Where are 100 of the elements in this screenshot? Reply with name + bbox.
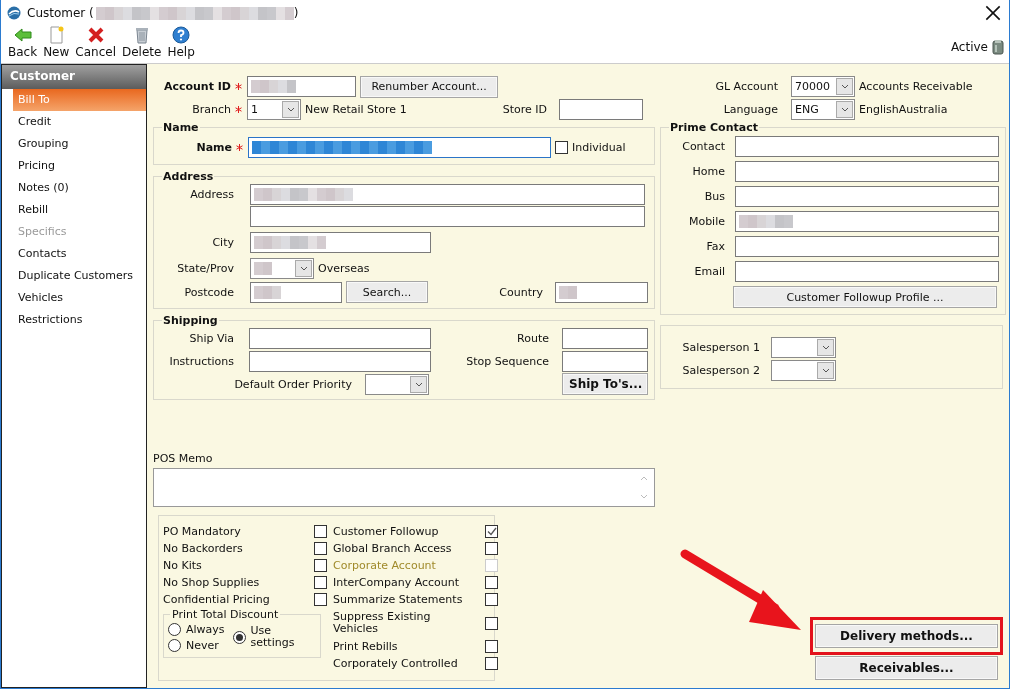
action-button[interactable]: Delivery methods... bbox=[815, 624, 998, 648]
search-button[interactable]: Search... bbox=[346, 281, 428, 303]
text-field[interactable] bbox=[735, 261, 999, 282]
description-text: EnglishAustralia bbox=[859, 103, 948, 116]
field-label: Bus bbox=[703, 190, 725, 203]
description-text: New Retail Store 1 bbox=[305, 103, 407, 116]
field-label: Fax bbox=[705, 240, 725, 253]
field-label: State/Prov bbox=[176, 262, 234, 275]
field-label: Salesperson 1 bbox=[681, 341, 760, 354]
help-icon bbox=[172, 26, 191, 44]
text-field[interactable] bbox=[735, 186, 999, 207]
text-field[interactable] bbox=[555, 281, 648, 303]
text-field[interactable] bbox=[735, 161, 999, 182]
group-title: Print Total Discount bbox=[171, 608, 280, 621]
field-label: Mobile bbox=[687, 215, 725, 228]
group-title: Shipping bbox=[162, 314, 219, 327]
checkbox-label: InterCompany Account bbox=[333, 576, 460, 589]
field-label: Default Order Priority bbox=[233, 377, 352, 391]
followup-profile-button[interactable]: Customer Followup Profile ... bbox=[733, 286, 997, 308]
checkbox[interactable] bbox=[485, 616, 498, 630]
checkbox[interactable] bbox=[314, 593, 327, 606]
field-label: Route bbox=[517, 331, 549, 345]
checkbox-label: Global Branch Access bbox=[333, 542, 452, 555]
dropdown[interactable] bbox=[771, 360, 836, 381]
text-field[interactable] bbox=[247, 76, 356, 97]
checkbox-label: Print Rebills bbox=[333, 640, 398, 653]
sidebar-item[interactable]: Grouping bbox=[13, 133, 146, 155]
status-icon bbox=[991, 38, 1005, 55]
checkbox-label: No Shop Supplies bbox=[163, 576, 260, 589]
checkbox[interactable] bbox=[314, 576, 327, 589]
toolbar-button[interactable]: New bbox=[40, 26, 73, 59]
field-label: Home bbox=[691, 165, 725, 178]
checkbox[interactable] bbox=[485, 593, 498, 606]
group-title: Address bbox=[162, 170, 215, 183]
text-field[interactable] bbox=[249, 327, 431, 349]
text-field[interactable] bbox=[250, 205, 645, 227]
toolbar-button[interactable]: Delete bbox=[119, 26, 165, 59]
dropdown[interactable] bbox=[250, 258, 314, 279]
sidebar-item[interactable]: Restrictions bbox=[13, 309, 146, 331]
text-field[interactable] bbox=[735, 236, 999, 257]
checkbox[interactable] bbox=[485, 657, 498, 670]
ship-tos-button[interactable]: Ship To's... bbox=[562, 373, 648, 395]
text-field[interactable] bbox=[559, 99, 643, 120]
dropdown[interactable]: 70000 bbox=[791, 76, 855, 97]
checkbox[interactable] bbox=[314, 542, 327, 555]
chevron-icon bbox=[839, 82, 850, 91]
radio-button[interactable] bbox=[168, 622, 181, 636]
field-label: Store ID bbox=[502, 103, 547, 116]
text-field[interactable] bbox=[250, 183, 645, 205]
radio-label: Always bbox=[186, 622, 225, 636]
action-button[interactable]: Receivables... bbox=[815, 656, 998, 680]
text-field[interactable] bbox=[249, 350, 431, 372]
field-label: Branch bbox=[191, 103, 231, 116]
field-label: POS Memo bbox=[153, 452, 213, 465]
status-text: Active bbox=[950, 39, 988, 54]
description-text: Accounts Receivable bbox=[859, 80, 973, 93]
sidebar-item[interactable]: Duplicate Customers bbox=[13, 265, 146, 287]
sidebar-header: Customer bbox=[2, 65, 146, 89]
text-field[interactable] bbox=[250, 281, 342, 303]
toolbar-button[interactable]: Help bbox=[164, 26, 198, 59]
memo-field[interactable] bbox=[153, 468, 655, 507]
field-label: Name bbox=[195, 140, 232, 154]
text-field[interactable] bbox=[735, 211, 999, 232]
checkbox-label: Confidential Pricing bbox=[163, 593, 270, 606]
sidebar-item[interactable]: Vehicles bbox=[13, 287, 146, 309]
dropdown[interactable] bbox=[771, 337, 836, 358]
toolbar-button[interactable]: Back bbox=[5, 26, 41, 59]
checkbox[interactable] bbox=[485, 576, 498, 589]
dropdown[interactable]: ENG bbox=[791, 99, 855, 120]
checkbox[interactable] bbox=[555, 140, 568, 154]
dropdown[interactable] bbox=[365, 373, 429, 395]
renumber-button[interactable]: Renumber Account... bbox=[360, 75, 498, 98]
text-field[interactable] bbox=[735, 136, 999, 157]
field-label: Contact bbox=[681, 140, 725, 153]
window-title: Customer ( bbox=[27, 6, 94, 20]
text-field[interactable] bbox=[250, 231, 431, 253]
sidebar-item[interactable]: Pricing bbox=[13, 155, 146, 177]
sidebar-item[interactable]: Contacts bbox=[13, 243, 146, 265]
text-field[interactable] bbox=[562, 327, 648, 349]
group-title: Prime Contact bbox=[669, 121, 759, 134]
checkbox[interactable] bbox=[314, 525, 327, 538]
toolbar-button[interactable]: Cancel bbox=[72, 26, 119, 59]
chevron-icon bbox=[285, 105, 296, 114]
checkbox-label: Summarize Statements bbox=[333, 593, 463, 606]
checkbox[interactable] bbox=[485, 542, 498, 555]
new-document-icon bbox=[47, 26, 66, 44]
checkbox[interactable] bbox=[485, 525, 498, 538]
sidebar-item[interactable]: Rebill bbox=[13, 199, 146, 221]
group-title: Name bbox=[162, 121, 200, 134]
dropdown[interactable]: 1 bbox=[247, 99, 301, 120]
checkbox[interactable] bbox=[314, 559, 327, 572]
radio-button[interactable] bbox=[232, 630, 246, 644]
sidebar-item[interactable]: Credit bbox=[13, 111, 146, 133]
checkbox[interactable] bbox=[485, 640, 498, 653]
field-label: Account ID bbox=[162, 80, 231, 93]
text-field[interactable] bbox=[562, 350, 648, 372]
sidebar-item[interactable]: Notes (0) bbox=[13, 177, 146, 199]
text-field[interactable] bbox=[248, 136, 551, 158]
checkbox-label: No Kits bbox=[163, 559, 202, 572]
radio-button[interactable] bbox=[168, 638, 181, 652]
